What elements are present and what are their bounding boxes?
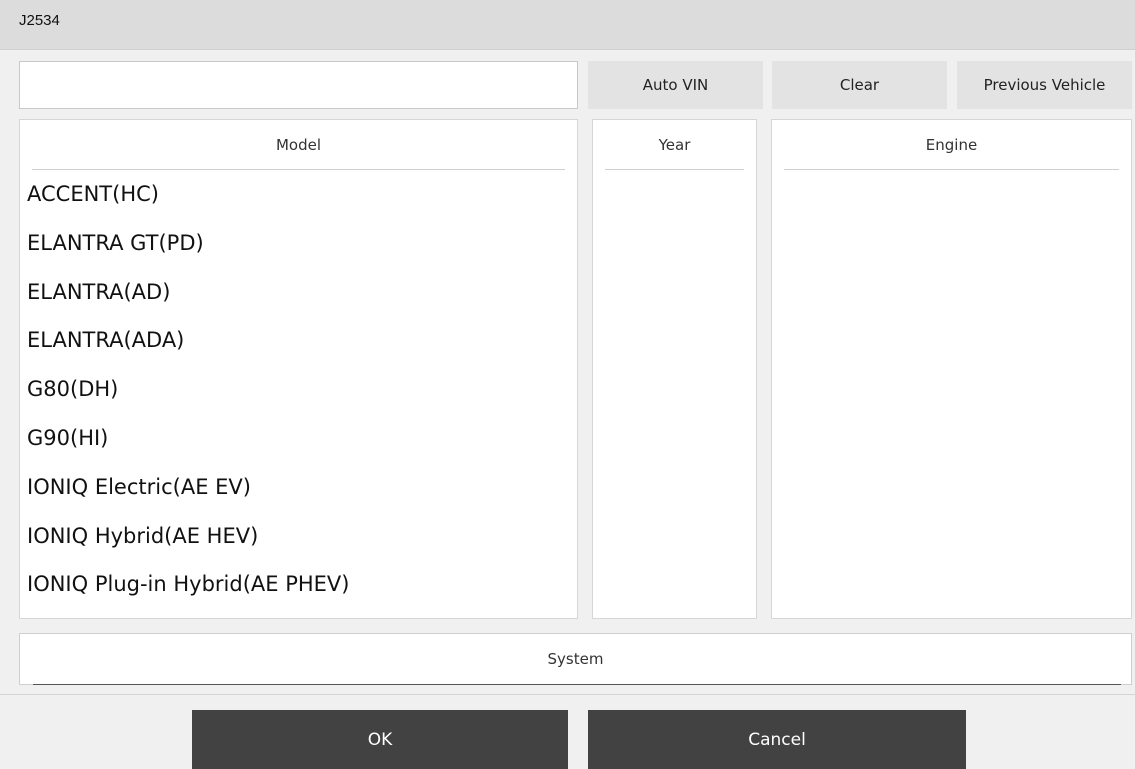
year-panel: Year — [592, 119, 757, 619]
model-panel: Model ACCENT(HC) ELANTRA GT(PD) ELANTRA(AD… — [19, 119, 578, 619]
auto-vin-button[interactable]: Auto VIN — [588, 61, 763, 109]
model-column-header: Model — [32, 120, 565, 170]
model-list-item[interactable]: ELANTRA(AD) — [20, 269, 556, 318]
window-title: J2534 — [19, 12, 60, 29]
vin-input[interactable] — [19, 61, 578, 109]
model-list: ACCENT(HC) ELANTRA GT(PD) ELANTRA(AD) ELANT… — [20, 171, 556, 610]
year-column-header: Year — [605, 120, 744, 170]
model-list-item[interactable]: ELANTRA(ADA) — [20, 317, 556, 366]
scroll-down-icon[interactable] — [576, 603, 577, 618]
model-list-item[interactable]: ACCENT(HC) — [20, 171, 556, 220]
scroll-up-icon[interactable] — [576, 171, 577, 187]
year-header-label: Year — [658, 135, 691, 154]
previous-vehicle-button-label: Previous Vehicle — [983, 76, 1106, 94]
model-list-item[interactable]: IONIQ Plug-in Hybrid(AE PHEV) — [20, 561, 556, 610]
clear-button-label: Clear — [839, 76, 880, 94]
engine-column-header: Engine — [784, 120, 1119, 170]
clear-button[interactable]: Clear — [772, 61, 947, 109]
model-list-item[interactable]: IONIQ Electric(AE EV) — [20, 464, 556, 513]
system-underline — [33, 684, 1121, 685]
ok-button[interactable]: OK — [192, 710, 568, 769]
model-list-item[interactable]: ELANTRA GT(PD) — [20, 220, 556, 269]
cancel-button-label: Cancel — [748, 729, 806, 750]
system-button-label: System — [547, 650, 604, 668]
previous-vehicle-button[interactable]: Previous Vehicle — [957, 61, 1132, 109]
model-list-item[interactable]: G90(HI) — [20, 415, 556, 464]
cancel-button[interactable]: Cancel — [588, 710, 966, 769]
engine-panel: Engine — [771, 119, 1132, 619]
auto-vin-button-label: Auto VIN — [642, 76, 709, 94]
footer-divider — [0, 694, 1135, 695]
model-header-label: Model — [275, 135, 322, 154]
system-button[interactable]: System — [19, 633, 1132, 685]
model-list-scrollbar[interactable]: ≡ — [576, 171, 577, 618]
ok-button-label: OK — [367, 729, 393, 750]
model-list-item[interactable]: G80(DH) — [20, 366, 556, 415]
engine-header-label: Engine — [925, 135, 978, 154]
title-bar: J2534 — [0, 0, 1135, 50]
model-list-item[interactable]: IONIQ Hybrid(AE HEV) — [20, 513, 556, 562]
